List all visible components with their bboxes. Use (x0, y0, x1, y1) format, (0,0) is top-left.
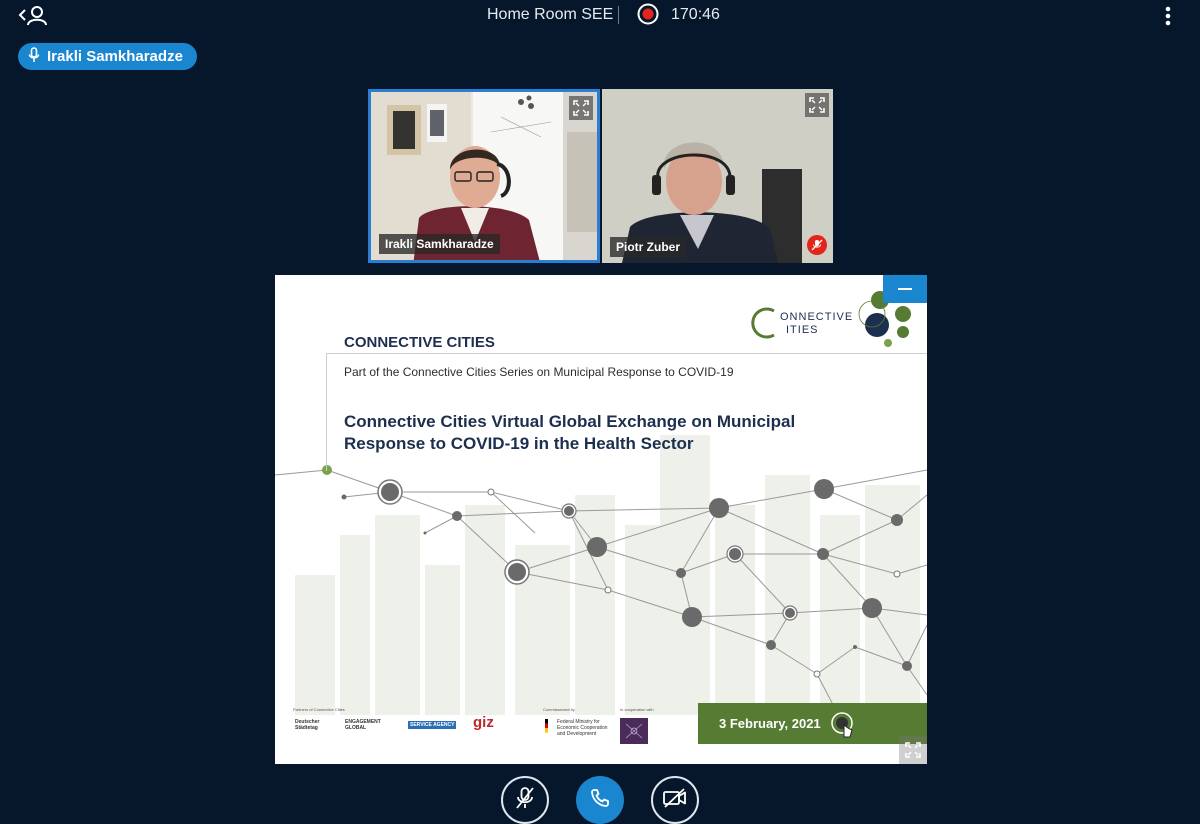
video-tile-irakli[interactable]: Irakli Samkharadze (368, 89, 600, 263)
commissioned-label: Commissioned by (543, 707, 575, 712)
slide-divider-h (326, 353, 927, 354)
german-flag-icon (545, 719, 548, 733)
slide-series: Part of the Connective Cities Series on … (344, 365, 734, 379)
slide-date: 3 February, 2021 (719, 716, 821, 731)
slide-title: Connective Cities Virtual Global Exchang… (344, 412, 796, 453)
logo-text-line-1: ONNECTIVE (780, 311, 854, 323)
talking-indicator[interactable]: Irakli Samkharadze (18, 43, 197, 70)
partner-logo-staedtetag: Deutscher Städtetag (295, 719, 320, 731)
slide-brand: CONNECTIVE CITIES (344, 334, 495, 351)
microphone-muted-icon (514, 786, 536, 815)
logo-text-line-2: ITIES (786, 324, 819, 336)
top-bar: Home Room SEE 170:46 (0, 0, 1200, 30)
more-options-icon[interactable] (1160, 4, 1176, 28)
fullscreen-icon[interactable] (899, 736, 927, 764)
video-tile-piotr[interactable]: Piotr Zuber (602, 89, 833, 263)
partner-logo-cooperation (620, 718, 648, 744)
pointer-hand-icon (831, 712, 853, 738)
users-toggle-icon[interactable] (16, 3, 50, 27)
recording-time: 170:46 (671, 6, 720, 23)
microphone-icon (28, 46, 40, 67)
minimize-presentation-icon[interactable] (883, 275, 927, 303)
partner-logo-engagement: ENGAGEMENT GLOBAL (345, 719, 381, 731)
room-title: Home Room SEE (487, 6, 614, 23)
camera-toggle-button[interactable] (651, 776, 699, 824)
tile-name-1: Irakli Samkharadze (379, 234, 500, 254)
date-banner: 3 February, 2021 (698, 703, 927, 744)
talker-name: Irakli Samkharadze (47, 48, 183, 65)
expand-icon[interactable] (805, 93, 829, 117)
microphone-muted-icon (807, 235, 827, 255)
partner-logo-service-agency: SERVICE AGENCY (408, 721, 457, 729)
cooperation-label: In cooperation with (620, 707, 654, 712)
partner-logos: Partners of Connective Cities Commission… (293, 707, 693, 747)
leave-audio-button[interactable] (576, 776, 624, 824)
tile-name-2: Piotr Zuber (610, 237, 687, 257)
mute-button[interactable] (501, 776, 549, 824)
title-divider (618, 6, 619, 24)
presentation-slide: ONNECTIVE ITIES CONNECTIVE CITIES Part o… (275, 275, 927, 764)
partner-logo-giz: giz (473, 714, 494, 731)
phone-icon (590, 788, 610, 813)
slide-divider-v (326, 353, 327, 471)
camera-off-icon (662, 787, 688, 814)
slide-logo-text: ONNECTIVE ITIES (780, 311, 853, 337)
partner-logo-bmz: Federal Ministry for Economic Cooperatio… (557, 719, 608, 737)
partners-label: Partners of Connective Cities (293, 707, 345, 712)
expand-icon[interactable] (569, 96, 593, 120)
recording-icon[interactable] (637, 3, 659, 25)
